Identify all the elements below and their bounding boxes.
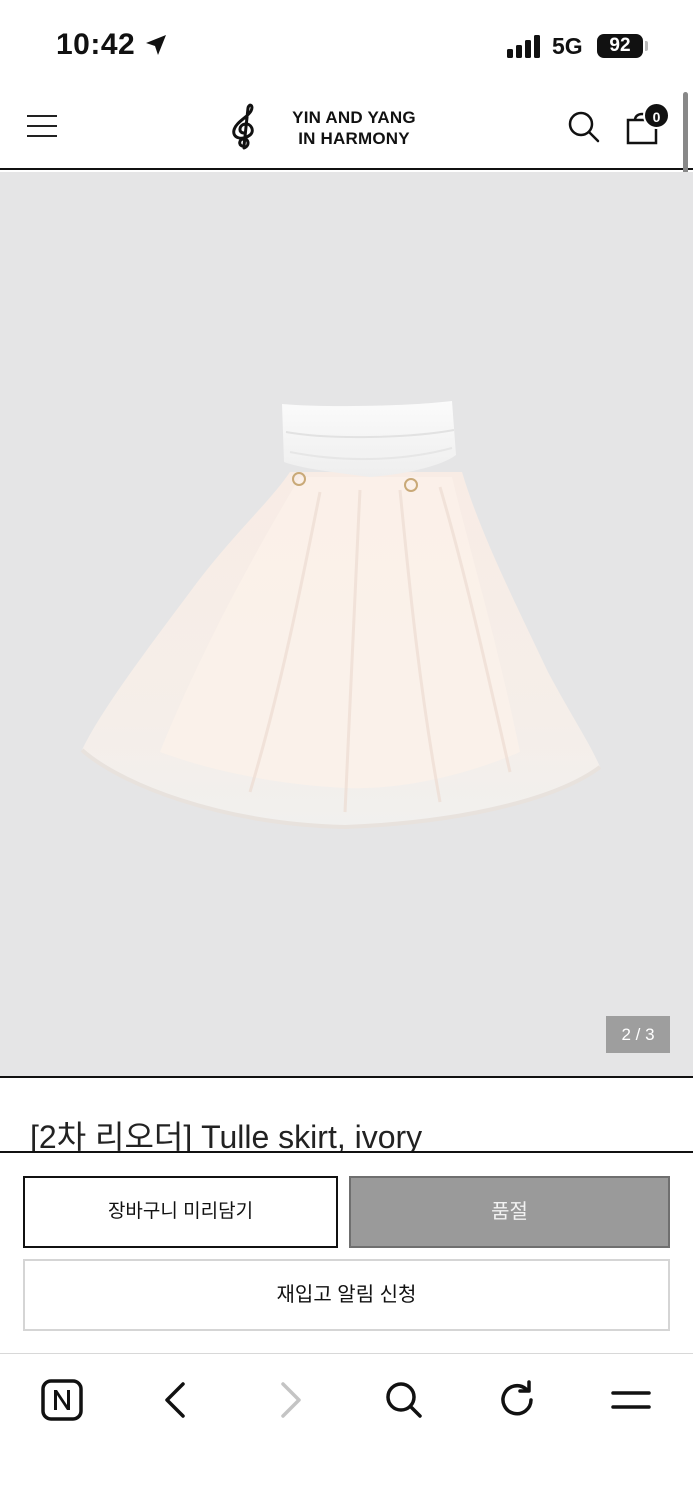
location-arrow-icon (146, 35, 166, 55)
sold-out-button[interactable]: 품절 (349, 1176, 670, 1248)
site-header: YIN AND YANG IN HARMONY (0, 90, 693, 170)
logo-line-1: YIN AND YANG (292, 108, 416, 127)
menu-icon[interactable] (607, 1376, 655, 1424)
purchase-actions: 장바구니 미리담기 품절 재입고 알림 신청 (0, 1153, 693, 1353)
battery-icon: 92 (597, 34, 643, 58)
battery-nub (645, 41, 648, 51)
status-bar: 10:42 5G 92 (0, 0, 693, 90)
restock-alert-button[interactable]: 재입고 알림 신청 (23, 1259, 670, 1331)
status-time: 10:42 (56, 28, 136, 61)
browser-toolbar (0, 1353, 693, 1500)
logo-line-2: IN HARMONY (298, 129, 410, 148)
skirt-product-photo (80, 401, 602, 830)
back-arrow-icon[interactable] (152, 1376, 200, 1424)
cart-count-badge: 0 (643, 102, 670, 129)
reload-icon[interactable] (493, 1376, 541, 1424)
treble-clef-logo-icon[interactable] (224, 102, 260, 152)
search-icon[interactable] (380, 1376, 428, 1424)
cellular-signal-icon (507, 34, 543, 58)
search-icon[interactable] (567, 110, 601, 144)
add-to-cart-button[interactable]: 장바구니 미리담기 (23, 1176, 338, 1248)
brand-logo[interactable]: YIN AND YANG IN HARMONY (274, 107, 434, 149)
product-image-carousel[interactable]: 2 / 3 (0, 172, 693, 1076)
image-counter: 2 / 3 (606, 1016, 670, 1053)
hamburger-menu-icon[interactable] (27, 113, 57, 139)
network-type: 5G (552, 33, 583, 59)
divider (0, 1076, 693, 1078)
naver-n-icon[interactable] (38, 1376, 86, 1424)
forward-arrow-icon[interactable] (266, 1376, 314, 1424)
